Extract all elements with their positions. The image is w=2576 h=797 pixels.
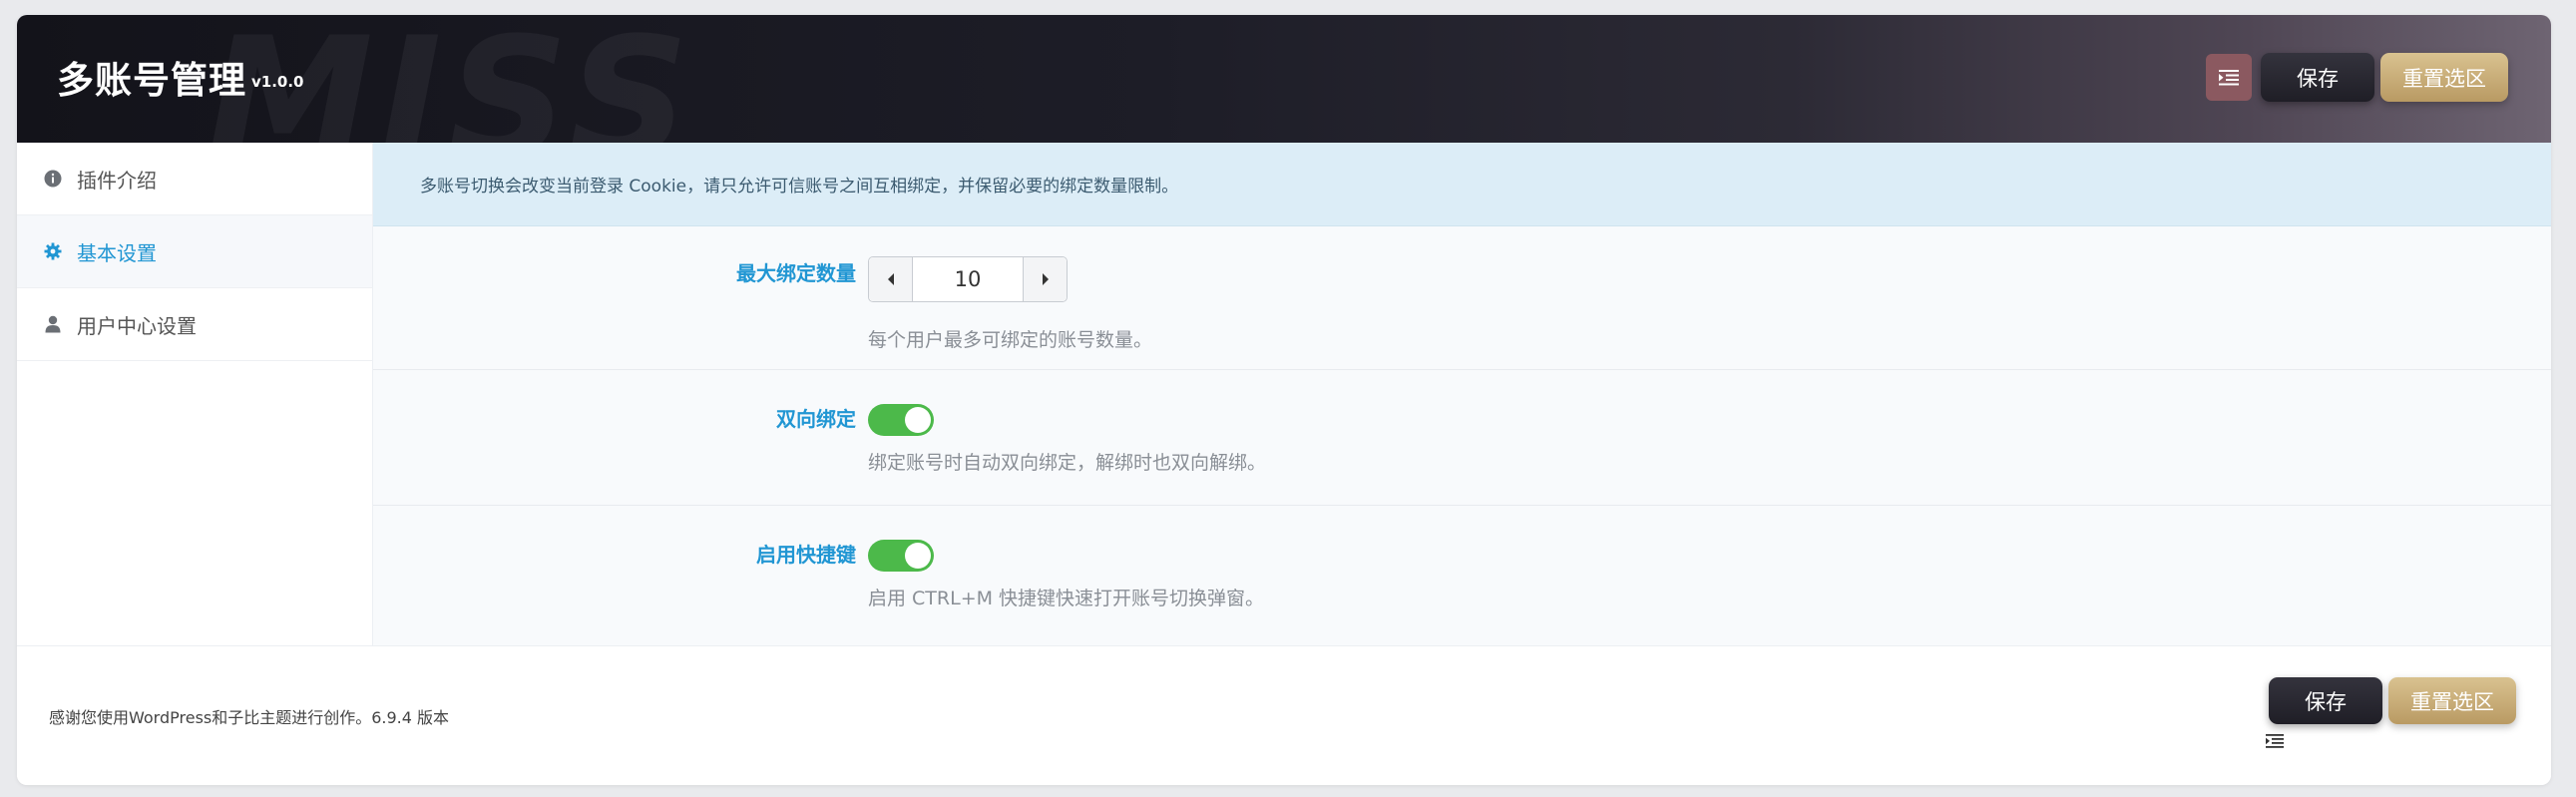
setting-description: 绑定账号时自动双向绑定，解绑时也双向解绑。 — [868, 452, 1267, 474]
info-icon — [43, 169, 63, 189]
notice-text: 多账号切换会改变当前登录 Cookie，请只允许可信账号之间互相绑定，并保留必要… — [420, 177, 1179, 197]
setting-row-two-way: 双向绑定 绑定账号时自动双向绑定，解绑时也双向解绑。 — [373, 370, 2551, 506]
shortcut-toggle[interactable] — [868, 540, 934, 572]
footer: 感谢您使用WordPress和子比主题进行创作。6.9.4 版本 保存 重置选区 — [17, 645, 2551, 785]
divider — [17, 360, 372, 361]
sidebar-item-user-center[interactable]: 用户中心设置 — [17, 288, 372, 360]
sidebar-item-label: 插件介绍 — [77, 168, 157, 193]
toggle-sidebar-small-button[interactable] — [2266, 733, 2284, 752]
indent-list-icon — [2266, 734, 2284, 748]
notice-banner: 多账号切换会改变当前登录 Cookie，请只允许可信账号之间互相绑定，并保留必要… — [373, 143, 2551, 226]
increment-button[interactable] — [1023, 257, 1067, 301]
setting-description: 每个用户最多可绑定的账号数量。 — [868, 329, 1153, 351]
setting-label: 启用快捷键 — [756, 543, 856, 567]
sidebar: 插件介绍 基本设置 用户中心设置 — [17, 143, 372, 645]
setting-label: 最大绑定数量 — [736, 261, 856, 285]
setting-description: 启用 CTRL+M 快捷键快速打开账号切换弹窗。 — [868, 588, 1265, 609]
gear-icon — [43, 241, 63, 261]
header-save-button[interactable]: 保存 — [2261, 53, 2374, 102]
two-way-toggle[interactable] — [868, 404, 934, 436]
user-icon — [43, 314, 63, 334]
caret-right-icon — [1042, 273, 1049, 285]
settings-panel: MISS 多账号管理 v1.0.0 保存 重置选区 插件介绍 基本设置 用户中心… — [17, 15, 2551, 785]
setting-label: 双向绑定 — [776, 407, 856, 431]
max-bind-input[interactable] — [913, 257, 1023, 301]
page-title: 多账号管理 — [57, 59, 246, 102]
header: MISS 多账号管理 v1.0.0 保存 重置选区 — [17, 15, 2551, 143]
toggle-knob — [905, 407, 931, 433]
quantity-stepper — [868, 256, 1068, 302]
caret-left-icon — [887, 273, 894, 285]
setting-row-shortcut: 启用快捷键 启用 CTRL+M 快捷键快速打开账号切换弹窗。 — [373, 506, 2551, 645]
footer-reset-button[interactable]: 重置选区 — [2388, 677, 2516, 724]
footer-credit: 感谢您使用WordPress和子比主题进行创作。6.9.4 版本 — [49, 708, 450, 727]
toggle-sidebar-button[interactable] — [2206, 54, 2252, 101]
indent-list-icon — [2219, 69, 2239, 85]
sidebar-item-intro[interactable]: 插件介绍 — [17, 143, 372, 214]
sidebar-item-label: 基本设置 — [77, 240, 157, 265]
header-reset-button[interactable]: 重置选区 — [2380, 53, 2508, 102]
version-badge: v1.0.0 — [251, 73, 304, 91]
toggle-knob — [905, 543, 931, 569]
footer-save-button[interactable]: 保存 — [2269, 677, 2382, 724]
decrement-button[interactable] — [869, 257, 913, 301]
main-content: 多账号切换会改变当前登录 Cookie，请只允许可信账号之间互相绑定，并保留必要… — [372, 143, 2551, 645]
sidebar-item-basic-settings[interactable]: 基本设置 — [17, 215, 372, 287]
sidebar-item-label: 用户中心设置 — [77, 313, 197, 338]
setting-row-max-bind: 最大绑定数量 每个用户最多可绑定的账号数量。 — [373, 226, 2551, 370]
